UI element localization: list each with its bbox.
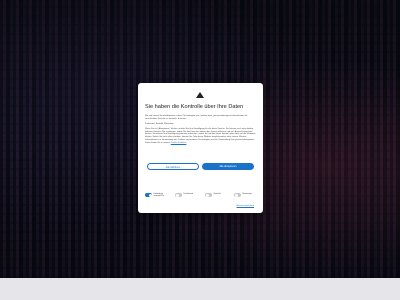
toggle-label-necessary: Unbedingt erforderlich: [153, 192, 164, 198]
reject-all-button[interactable]: Alle ablehnen: [147, 163, 199, 170]
details-text: Wenn Sie auf „Akzeptieren“ klicken, erte…: [145, 128, 257, 144]
details-body: Wenn Sie auf „Akzeptieren“ klicken, erte…: [145, 128, 256, 144]
toggle-label-statistics: Statistik: [213, 192, 221, 195]
switch-necessary[interactable]: [145, 193, 152, 197]
brand-logo-icon: [196, 92, 204, 98]
dialog-title: Sie haben die Kontrolle über Ihre Daten: [145, 104, 244, 110]
toggle-label-functional: Funktional: [183, 192, 194, 195]
cookie-consent-dialog: Sie haben die Kontrolle über Ihre Daten …: [138, 83, 263, 213]
consent-toggles: Unbedingt erforderlich Funktional Statis…: [145, 192, 257, 200]
page: Sie haben die Kontrolle über Ihre Daten …: [0, 0, 400, 300]
save-selection-link[interactable]: Auswahl speichern: [237, 205, 254, 207]
toggle-label-marketing: Marketing: [242, 192, 252, 195]
switch-marketing[interactable]: [234, 193, 241, 197]
page-footer-strip: [0, 278, 400, 300]
purposes-text: Funktional, Statistik, Marketing: [145, 123, 174, 125]
accept-all-button[interactable]: Alle akzeptieren: [202, 163, 254, 170]
switch-statistics[interactable]: [205, 193, 212, 197]
intro-text: Wir und unsere Geschäftspartner nutzen T…: [145, 115, 248, 120]
cookie-policy-link[interactable]: Cookie-Richtlinie: [171, 142, 187, 144]
switch-functional[interactable]: [175, 193, 182, 197]
